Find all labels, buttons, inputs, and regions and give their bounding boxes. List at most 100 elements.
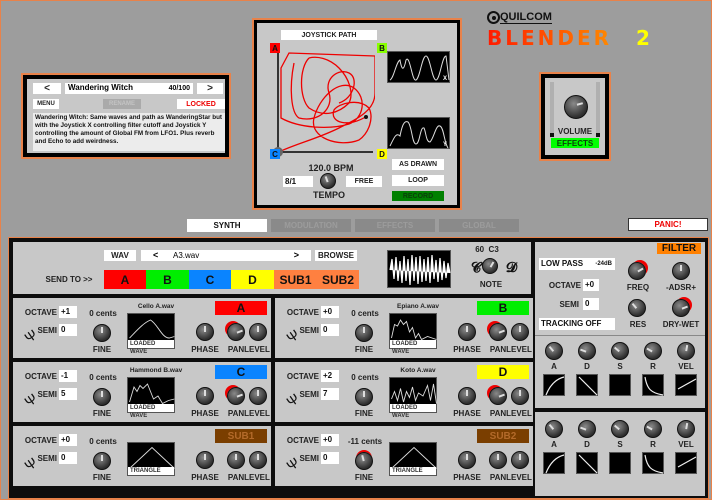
wave-display[interactable]: LOADED WAVE [127,377,175,419]
tab-synth[interactable]: SYNTH [187,219,267,232]
ear-left-icon[interactable]: 𝓒 [471,259,481,276]
joystick-pad[interactable] [273,48,375,157]
record-button[interactable]: RECORD [392,191,444,201]
panic-button[interactable]: PANIC! [628,218,708,231]
level-knob[interactable] [511,323,529,341]
env-vel-knob[interactable] [677,420,695,438]
pan-knob[interactable] [489,451,507,469]
env-s-knob[interactable] [611,420,629,438]
loop-button[interactable]: LOOP [392,175,444,186]
free-button[interactable]: FREE [346,176,382,187]
semi-field[interactable]: 0 [59,452,77,464]
send-to-c-button[interactable]: C [189,270,231,289]
tempo-division-field[interactable]: 8/1 [283,176,313,187]
phase-knob[interactable] [196,387,214,405]
env-vel-knob[interactable] [677,342,695,360]
oscillator-badge: SUB1 [215,429,267,443]
send-to-d-button[interactable]: D [231,270,274,289]
level-knob[interactable] [511,387,529,405]
note-knob[interactable] [482,258,498,274]
as-drawn-button[interactable]: AS DRAWN [392,159,444,170]
effects-indicator[interactable]: EFFECTS [551,138,599,148]
adsr-amount-knob[interactable] [672,262,690,280]
locked-button[interactable]: LOCKED [177,99,225,109]
menu-button[interactable]: MENU [33,99,59,109]
env-s-knob[interactable] [611,342,629,360]
phase-knob[interactable] [196,451,214,469]
env-a-knob[interactable] [545,420,563,438]
phase-knob[interactable] [458,451,476,469]
octave-field[interactable]: +0 [59,434,77,446]
wave-display[interactable]: LOADED WAVE [127,313,175,355]
octave-field[interactable]: +2 [321,370,339,382]
ear-right-icon[interactable]: 𝓓 [506,259,517,276]
volume-knob[interactable] [564,95,588,119]
preset-next-button[interactable]: > [197,83,223,94]
pan-knob[interactable] [227,451,245,469]
env-a-knob[interactable] [545,342,563,360]
octave-field[interactable]: +1 [59,306,77,318]
phase-knob[interactable] [458,387,476,405]
joystick-x-lfo-display: X [387,51,450,83]
pan-knob[interactable] [227,387,245,405]
fine-knob[interactable] [355,388,373,406]
freq-knob[interactable] [628,262,646,280]
fine-knob[interactable] [93,324,111,342]
level-knob[interactable] [249,451,267,469]
fine-knob[interactable] [355,324,373,342]
phase-knob[interactable] [196,323,214,341]
fine-knob[interactable] [355,452,373,470]
octave-field[interactable]: -1 [59,370,77,382]
fine-knob[interactable] [93,452,111,470]
semi-field[interactable]: 0 [321,452,339,464]
preset-prev-button[interactable]: < [33,83,61,94]
browse-button[interactable]: BROWSE [315,250,357,261]
semi-field[interactable]: 7 [321,388,339,400]
pan-knob[interactable] [489,387,507,405]
semi-field[interactable]: 0 [321,324,339,336]
env-d-knob[interactable] [578,420,596,438]
preset-name-field[interactable]: Wandering Witch 40/100 [65,83,193,94]
dry-wet-knob[interactable] [672,299,690,317]
semi-field[interactable]: 0 [59,324,77,336]
tempo-knob[interactable] [320,173,336,189]
octave-field[interactable]: +0 [321,434,339,446]
tracking-button[interactable]: TRACKING OFF [539,318,615,330]
filter-octave-field[interactable]: +0 [583,279,599,291]
env-r-knob[interactable] [644,342,662,360]
wave-display[interactable]: LOADED WAVE [389,313,437,355]
wav-file-name: A3.wav [173,251,200,260]
pan-knob[interactable] [489,323,507,341]
octave-field[interactable]: +0 [321,306,339,318]
res-knob[interactable] [628,299,646,317]
pan-knob[interactable] [227,323,245,341]
send-to-sub1-button[interactable]: SUB1 [274,270,317,289]
filter-semi-field[interactable]: 0 [583,298,599,310]
send-to-a-button[interactable]: A [104,270,146,289]
phase-knob[interactable] [458,323,476,341]
wave-display[interactable]: LOADED WAVE [389,377,437,419]
wav-prev-button[interactable]: < [153,250,158,260]
send-to-b-button[interactable]: B [146,270,189,289]
env-curve [644,376,664,396]
env-d-knob[interactable] [578,342,596,360]
wav-button[interactable]: WAV [104,250,136,261]
level-knob[interactable] [511,451,529,469]
send-to-sub2-button[interactable]: SUB2 [317,270,359,289]
semi-field[interactable]: 5 [59,388,77,400]
level-knob[interactable] [249,323,267,341]
level-knob[interactable] [249,387,267,405]
wave-display[interactable]: TRIANGLE [389,442,437,476]
env-s-label: S [617,362,623,371]
wav-next-button[interactable]: > [294,250,299,260]
amp-envelope-panel: A D S R VEL [535,412,705,496]
env-r-knob[interactable] [644,420,662,438]
tab-modulation[interactable]: MODULATION [271,219,351,232]
wave-display[interactable]: TRIANGLE [127,442,175,476]
filter-type-field[interactable]: LOW PASS -24dB [539,258,615,270]
wav-file-selector[interactable]: < A3.wav > [141,250,311,261]
tab-effects[interactable]: EFFECTS [355,219,435,232]
rename-button[interactable]: RENAME [103,99,141,109]
fine-knob[interactable] [93,388,111,406]
tab-global[interactable]: GLOBAL [439,219,519,232]
